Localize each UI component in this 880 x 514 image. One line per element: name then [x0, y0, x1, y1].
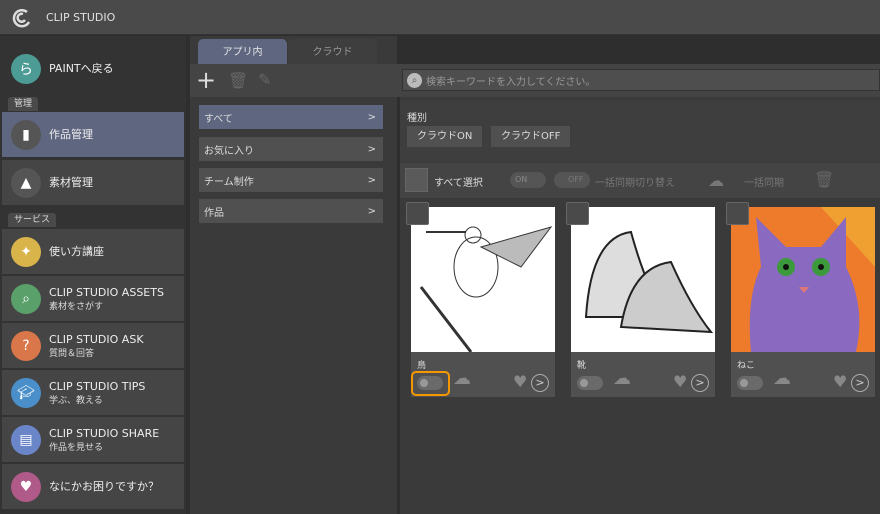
cloud-icon[interactable]: ☁ [613, 368, 639, 389]
trash-icon[interactable]: 🗑︎ [228, 71, 248, 90]
work-card[interactable]: 鳥 ☁ ♥ > [406, 200, 556, 397]
search-input[interactable]: ⌕ 検索キーワードを入力してください。 [402, 69, 880, 91]
tips-sub: 学ぶ、教える [49, 395, 103, 406]
category-list: すべて > お気に入り > チーム制作 > 作品 > [190, 97, 397, 514]
ask-label: CLIP STUDIO ASK [49, 332, 144, 346]
chevron-right-icon: > [367, 143, 376, 155]
category-label: 作品 [204, 207, 224, 219]
search-icon: ⌕ [407, 72, 422, 88]
sidebar-item-share[interactable]: ▤ CLIP STUDIO SHARE 作品を見せる [2, 417, 184, 462]
filter-cloud-off[interactable]: クラウドOFF [491, 126, 571, 147]
card-footer: 鳥 ☁ ♥ > [411, 352, 555, 397]
thumbnail-cat[interactable] [731, 207, 875, 352]
assets-label: CLIP STUDIO ASSETS [49, 285, 164, 299]
cat-illustration [749, 207, 875, 352]
work-name: 靴 [577, 361, 587, 371]
work-card[interactable]: ねこ ☁ ♥ > [726, 200, 876, 397]
document-icon: ▮ [11, 119, 41, 150]
share-sub: 作品を見せる [49, 442, 104, 453]
shoes-sketch [584, 230, 714, 334]
chevron-right-circle-icon[interactable]: > [851, 374, 869, 392]
chevron-right-circle-icon[interactable]: > [691, 374, 709, 392]
sidebar-item-materials[interactable]: ▲ 素材管理 [2, 160, 184, 205]
assets-sub: 素材をさがす [49, 301, 104, 312]
app-title: CLIP STUDIO [46, 11, 116, 24]
chevron-right-icon: > [367, 174, 376, 186]
sidebar-item-works[interactable]: ▮ 作品管理 [2, 112, 184, 157]
bulk-on-toggle[interactable]: ON [510, 172, 546, 188]
search-placeholder: 検索キーワードを入力してください。 [426, 76, 596, 88]
card-footer: ねこ ☁ ♥ > [731, 352, 875, 397]
off-label: OFF [568, 175, 584, 184]
category-team[interactable]: チーム制作 > [199, 168, 383, 192]
share-icon: ▤ [11, 424, 41, 455]
sidebar-item-tips[interactable]: 🎓︎ CLIP STUDIO TIPS 学ぶ、教える [2, 370, 184, 415]
section-label-service: サービス [8, 213, 57, 227]
heart-icon[interactable]: ♥ [833, 372, 847, 391]
assets-icon: ⌕ [11, 283, 41, 314]
back-to-paint-button[interactable]: ら PAINTへ戻る [2, 46, 184, 91]
clip-studio-logo-icon [12, 9, 31, 28]
sidebar: ら PAINTへ戻る 管理 ▮ 作品管理 ▲ 素材管理 サービス ✦ 使い方講座… [0, 36, 186, 514]
question-icon: ? [11, 330, 41, 361]
chevron-right-circle-icon[interactable]: > [531, 374, 549, 392]
card-footer: 靴 ☁ ♥ > [571, 352, 715, 397]
heart-icon[interactable]: ♥ [513, 372, 527, 391]
card-checkbox[interactable] [406, 202, 429, 225]
tab-cloud[interactable]: クラウド [288, 39, 377, 65]
category-label: お気に入り [204, 145, 254, 157]
cloud-sync-icon[interactable]: ☁ [708, 171, 724, 190]
tips-label: CLIP STUDIO TIPS [49, 379, 146, 393]
chevron-right-icon: > [367, 205, 376, 217]
filter-cloud-on[interactable]: クラウドON [407, 126, 483, 147]
card-checkbox[interactable] [566, 202, 589, 225]
filter-panel: 種別 クラウドON クラウドOFF [400, 100, 880, 162]
cloud-sync-toggle[interactable] [737, 376, 763, 390]
bulk-sync-label[interactable]: 一括同期 [744, 174, 784, 189]
cloud-icon[interactable]: ☁ [453, 368, 479, 389]
work-card[interactable]: 靴 ☁ ♥ > [566, 200, 716, 397]
bulk-toggle-label: 一括同期切り替え [595, 178, 675, 189]
ask-sub: 質問＆回答 [49, 348, 95, 359]
sidebar-item-assets[interactable]: ⌕ CLIP STUDIO ASSETS 素材をさがす [2, 276, 184, 321]
graduation-cap-icon: 🎓︎ [11, 377, 41, 408]
bulk-off-toggle[interactable]: OFF [554, 172, 590, 188]
chevron-right-icon: > [367, 111, 376, 123]
thumbnail-bird[interactable] [411, 207, 555, 352]
cloud-sync-toggle[interactable] [577, 376, 603, 390]
paint-icon: ら [11, 53, 41, 84]
highlight-outline [411, 371, 450, 396]
category-favorites[interactable]: お気に入り > [199, 137, 383, 161]
card-checkbox[interactable] [726, 202, 749, 225]
pencil-icon[interactable]: ✎ [258, 70, 271, 89]
select-all-checkbox[interactable] [405, 168, 428, 192]
sidebar-item-tutorial[interactable]: ✦ 使い方講座 [2, 229, 184, 274]
selection-bar: すべて選択 ON OFF 一括同期切り替え ☁ 一括同期 🗑︎ [400, 163, 880, 198]
heart-help-icon: ♥ [11, 471, 41, 502]
category-all[interactable]: すべて > [199, 105, 383, 129]
title-bar: CLIP STUDIO [0, 0, 880, 35]
sidebar-item-help[interactable]: ♥ なにかお困りですか？ [2, 464, 184, 509]
bird-sketch [419, 226, 553, 352]
shapes-icon: ▲ [11, 167, 41, 198]
filter-heading: 種別 [407, 113, 427, 124]
on-label: ON [515, 175, 528, 184]
tab-in-app[interactable]: アプリ内 [198, 39, 287, 65]
category-label: チーム制作 [204, 176, 254, 188]
lightbulb-icon: ✦ [11, 236, 41, 267]
heart-icon[interactable]: ♥ [673, 372, 687, 391]
select-all-label: すべて選択 [434, 178, 483, 189]
trash-icon[interactable]: 🗑︎ [814, 170, 834, 189]
work-name: ねこ [737, 361, 756, 371]
thumbnail-shoes[interactable] [571, 207, 715, 352]
add-icon[interactable]: + [196, 66, 216, 94]
section-label-manage: 管理 [8, 97, 39, 111]
sidebar-item-ask[interactable]: ? CLIP STUDIO ASK 質問＆回答 [2, 323, 184, 368]
cloud-icon[interactable]: ☁ [773, 368, 799, 389]
work-name: 鳥 [417, 361, 427, 371]
category-works[interactable]: 作品 > [199, 199, 383, 223]
share-label: CLIP STUDIO SHARE [49, 426, 160, 440]
category-label: すべて [204, 113, 233, 125]
